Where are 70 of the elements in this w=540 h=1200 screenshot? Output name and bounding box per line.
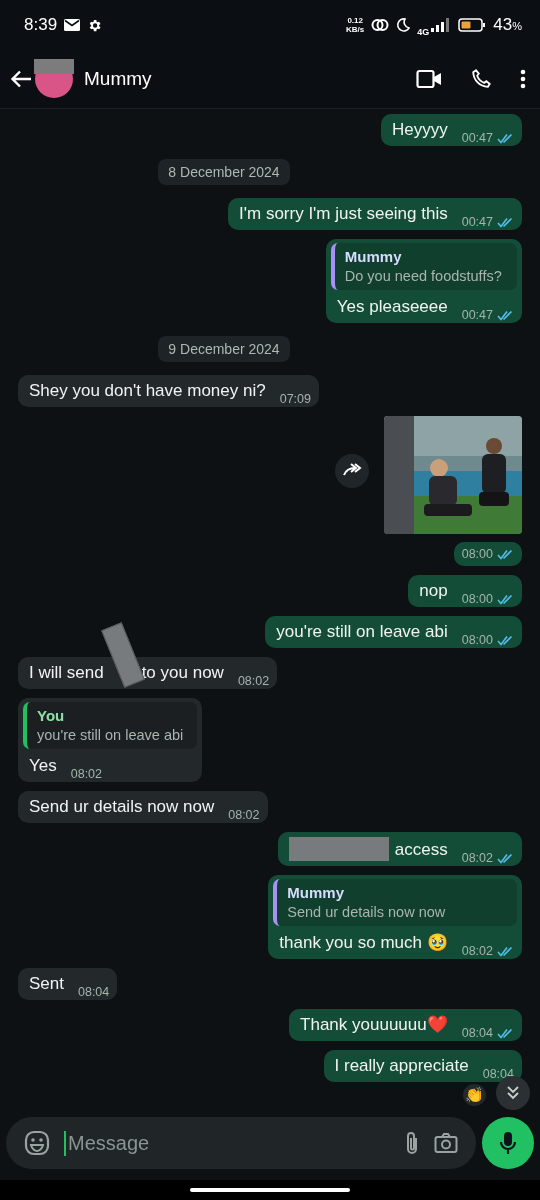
- message-time: 08:04: [78, 985, 110, 999]
- phone-icon[interactable]: [470, 68, 492, 90]
- message-text: nop: [419, 580, 448, 602]
- message-text: Send ur details now now: [29, 796, 215, 818]
- double-chevron-icon: [506, 1085, 520, 1101]
- message-text: Yes: [29, 755, 57, 777]
- quote-text: Do you need foodstuffs?: [344, 268, 503, 284]
- message-time: 08:02: [228, 808, 260, 822]
- quoted-message[interactable]: You you're still on leave abi: [23, 702, 198, 749]
- message-text: Yes pleaseeee: [336, 296, 448, 318]
- message-time: 00:47: [461, 131, 493, 145]
- message-time: 08:04: [461, 1026, 493, 1040]
- message-time: 08:02: [461, 851, 493, 865]
- microphone-icon: [499, 1131, 517, 1155]
- signal-icon: [431, 18, 452, 32]
- mail-icon: [64, 19, 81, 31]
- gear-icon: [87, 17, 103, 33]
- date-chip: 9 December 2024: [158, 336, 290, 362]
- message-time: 08:00: [461, 633, 493, 647]
- message-time: 08:02: [237, 674, 270, 688]
- message-text: Sent: [29, 973, 64, 995]
- message-time: 08:00: [461, 592, 493, 606]
- battery-percent: 43: [493, 15, 513, 34]
- quote-text: you're still on leave abi: [37, 727, 184, 743]
- message-text: I will send: [29, 662, 104, 684]
- network-type: 4G: [417, 27, 430, 37]
- message-text: you're still on leave abi: [276, 621, 448, 643]
- speed-unit: KB/s: [346, 25, 365, 34]
- reaction-emoji[interactable]: 👏: [463, 1084, 486, 1106]
- message-text: Thank youuuuuu❤: [300, 1014, 448, 1036]
- microphone-button[interactable]: [482, 1117, 534, 1169]
- percent-sign: %: [512, 20, 522, 32]
- message-time: 08:04: [482, 1067, 514, 1081]
- scroll-down-button[interactable]: [496, 1076, 530, 1110]
- message-text: Shey you don't have money ni?: [29, 380, 266, 402]
- speed-value: 0.12: [347, 16, 363, 25]
- quote-text: Send ur details now now: [287, 904, 447, 920]
- message-text: thank you so much 🥹: [279, 932, 448, 954]
- message-text: access: [394, 839, 448, 861]
- camera-icon[interactable]: [434, 1132, 458, 1154]
- quoted-message[interactable]: Mummy Do you need foodstuffs?: [330, 243, 517, 290]
- quote-author: Mummy: [344, 248, 403, 265]
- message-text: Heyyyy: [392, 119, 448, 141]
- message-time: 08:00: [461, 547, 493, 561]
- quote-author: You: [37, 707, 66, 724]
- message-time: 00:47: [461, 215, 493, 229]
- contact-name[interactable]: Mummy: [84, 68, 152, 90]
- date-chip: 8 December 2024: [158, 159, 290, 185]
- message-time: 08:02: [70, 767, 102, 781]
- quote-author: Mummy: [287, 884, 345, 901]
- back-arrow-icon[interactable]: [10, 70, 32, 88]
- forward-icon[interactable]: [335, 454, 369, 488]
- status-time: 8:39: [24, 15, 58, 35]
- sticker-icon[interactable]: [24, 1130, 50, 1156]
- more-options-icon[interactable]: [520, 69, 526, 89]
- video-call-icon[interactable]: [416, 69, 442, 89]
- message-input[interactable]: Message: [64, 1130, 390, 1156]
- moon-icon: [396, 18, 411, 32]
- message-text: I really appreciate: [334, 1055, 469, 1077]
- message-field[interactable]: Message: [6, 1117, 476, 1169]
- message-time: 07:09: [279, 392, 311, 406]
- link-icon: [371, 18, 390, 32]
- message-text: I'm sorry I'm just seeing this: [239, 203, 448, 225]
- message-time: 08:02: [461, 944, 493, 958]
- battery-icon: [458, 18, 487, 32]
- message-text: to you now: [141, 662, 224, 684]
- quoted-message[interactable]: Mummy Send ur details now now: [273, 879, 517, 926]
- message-time: 00:47: [461, 308, 493, 322]
- avatar[interactable]: [34, 59, 74, 99]
- attach-icon[interactable]: [404, 1130, 420, 1156]
